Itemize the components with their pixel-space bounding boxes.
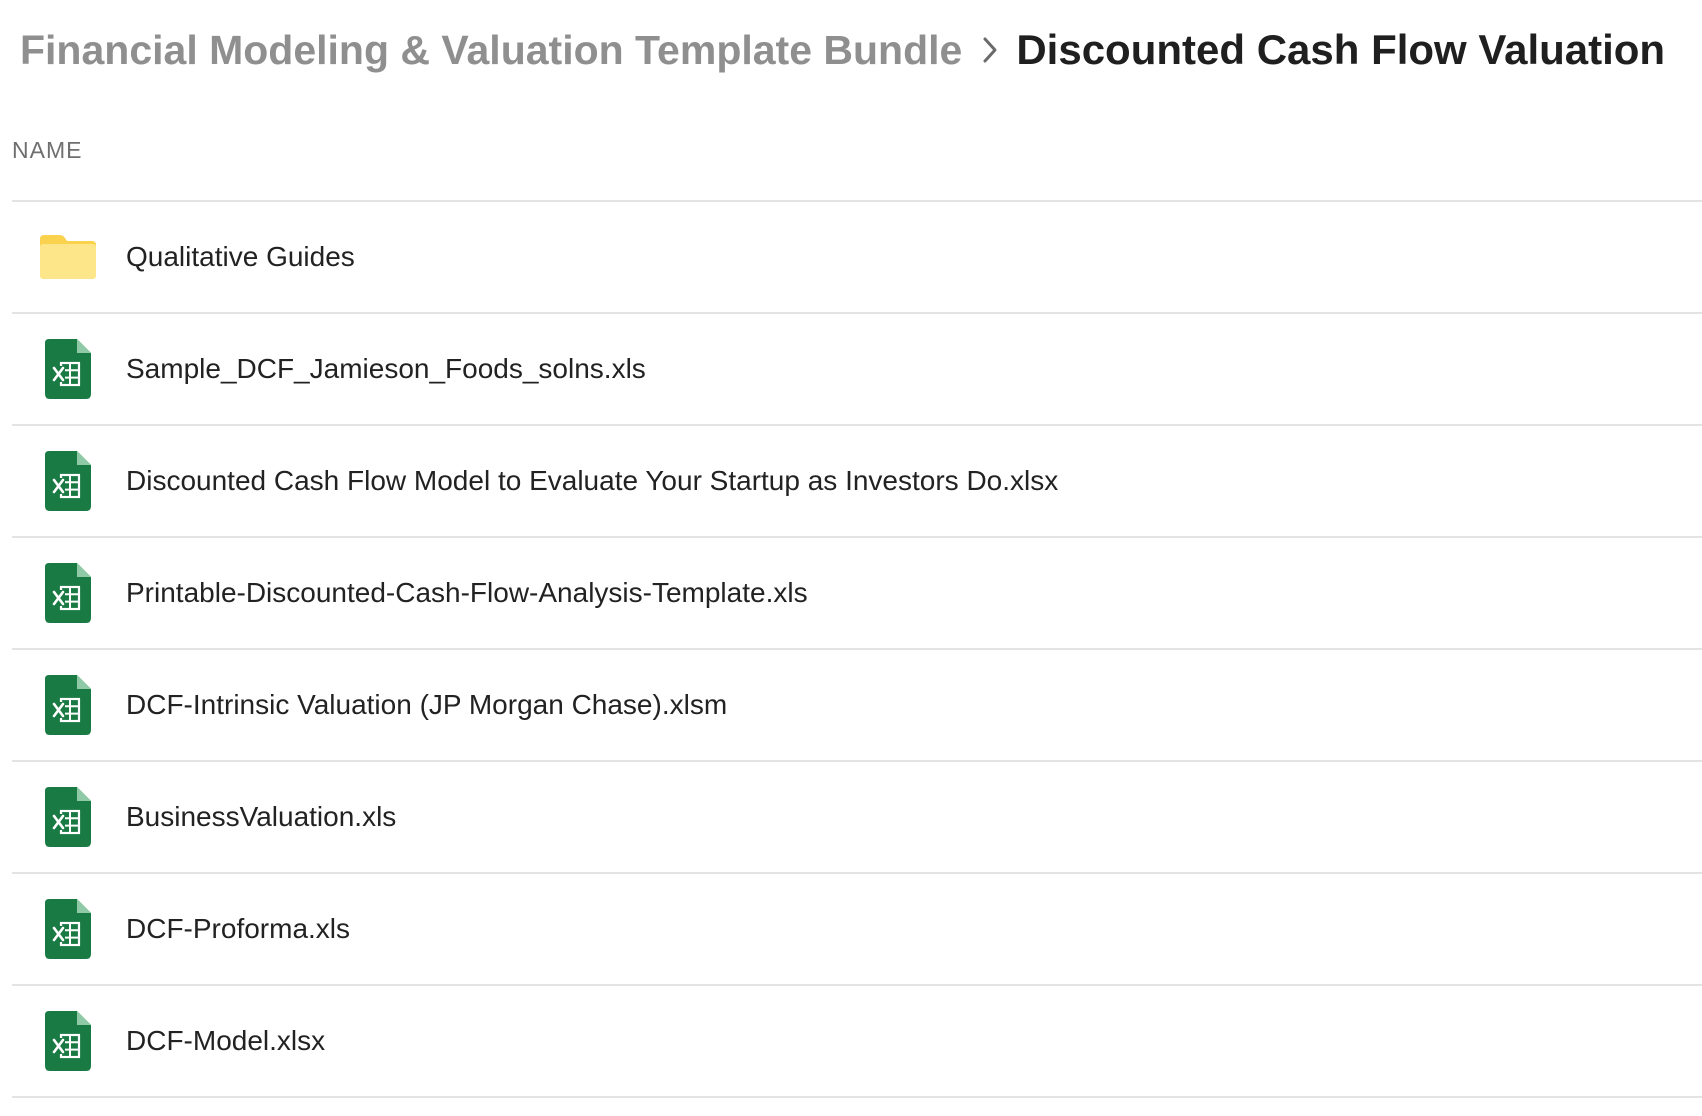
file-name[interactable]: DCF-Proforma.xls xyxy=(124,913,350,945)
excel-file-icon xyxy=(12,986,124,1096)
file-name[interactable]: BusinessValuation.xls xyxy=(124,801,396,833)
excel-file-icon xyxy=(12,874,124,984)
excel-file-icon xyxy=(12,426,124,536)
excel-file-icon xyxy=(12,538,124,648)
file-row[interactable]: DCF-Proforma.xls xyxy=(12,874,1702,986)
chevron-right-icon xyxy=(982,36,998,64)
breadcrumb: Financial Modeling & Valuation Template … xyxy=(12,0,1702,100)
folder-name[interactable]: Qualitative Guides xyxy=(124,241,355,273)
file-name[interactable]: DCF-Intrinsic Valuation (JP Morgan Chase… xyxy=(124,689,727,721)
file-row[interactable]: DCF-Intrinsic Valuation (JP Morgan Chase… xyxy=(12,650,1702,762)
column-header-label: NAME xyxy=(12,136,83,163)
folder-row[interactable]: Qualitative Guides xyxy=(12,202,1702,314)
file-row[interactable]: Discounted Cash Flow Model to Evaluate Y… xyxy=(12,426,1702,538)
file-name[interactable]: DCF-Model.xlsx xyxy=(124,1025,325,1057)
breadcrumb-parent-link[interactable]: Financial Modeling & Valuation Template … xyxy=(20,27,962,74)
excel-file-icon xyxy=(12,762,124,872)
file-browser: Financial Modeling & Valuation Template … xyxy=(0,0,1702,1116)
name-column-header[interactable]: NAME xyxy=(12,100,1702,202)
file-row[interactable]: BusinessValuation.xls xyxy=(12,762,1702,874)
file-row[interactable]: Sample_DCF_Jamieson_Foods_solns.xls xyxy=(12,314,1702,426)
excel-file-icon xyxy=(12,650,124,760)
file-name[interactable]: Printable-Discounted-Cash-Flow-Analysis-… xyxy=(124,577,808,609)
excel-file-icon xyxy=(12,314,124,424)
breadcrumb-current: Discounted Cash Flow Valuation xyxy=(1016,26,1666,73)
folder-icon xyxy=(12,202,124,312)
file-row[interactable]: Printable-Discounted-Cash-Flow-Analysis-… xyxy=(12,538,1702,650)
file-list: Qualitative Guides Sample_DCF_Jamieson_F… xyxy=(12,202,1702,1098)
file-row[interactable]: DCF-Model.xlsx xyxy=(12,986,1702,1098)
file-name[interactable]: Discounted Cash Flow Model to Evaluate Y… xyxy=(124,465,1058,497)
file-name[interactable]: Sample_DCF_Jamieson_Foods_solns.xls xyxy=(124,353,646,385)
